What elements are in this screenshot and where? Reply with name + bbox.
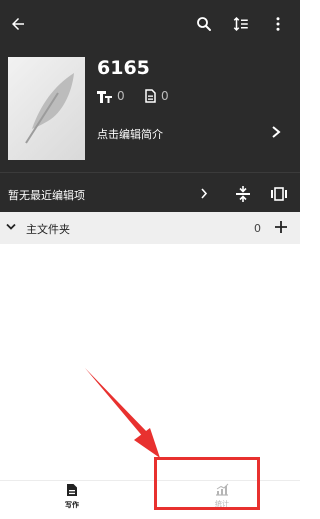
highlight-box	[154, 457, 260, 510]
annotation-arrow	[85, 368, 160, 458]
document-icon	[67, 484, 77, 496]
tab-writing-label: 写作	[65, 501, 79, 509]
tab-writing[interactable]: 写作	[32, 483, 112, 517]
